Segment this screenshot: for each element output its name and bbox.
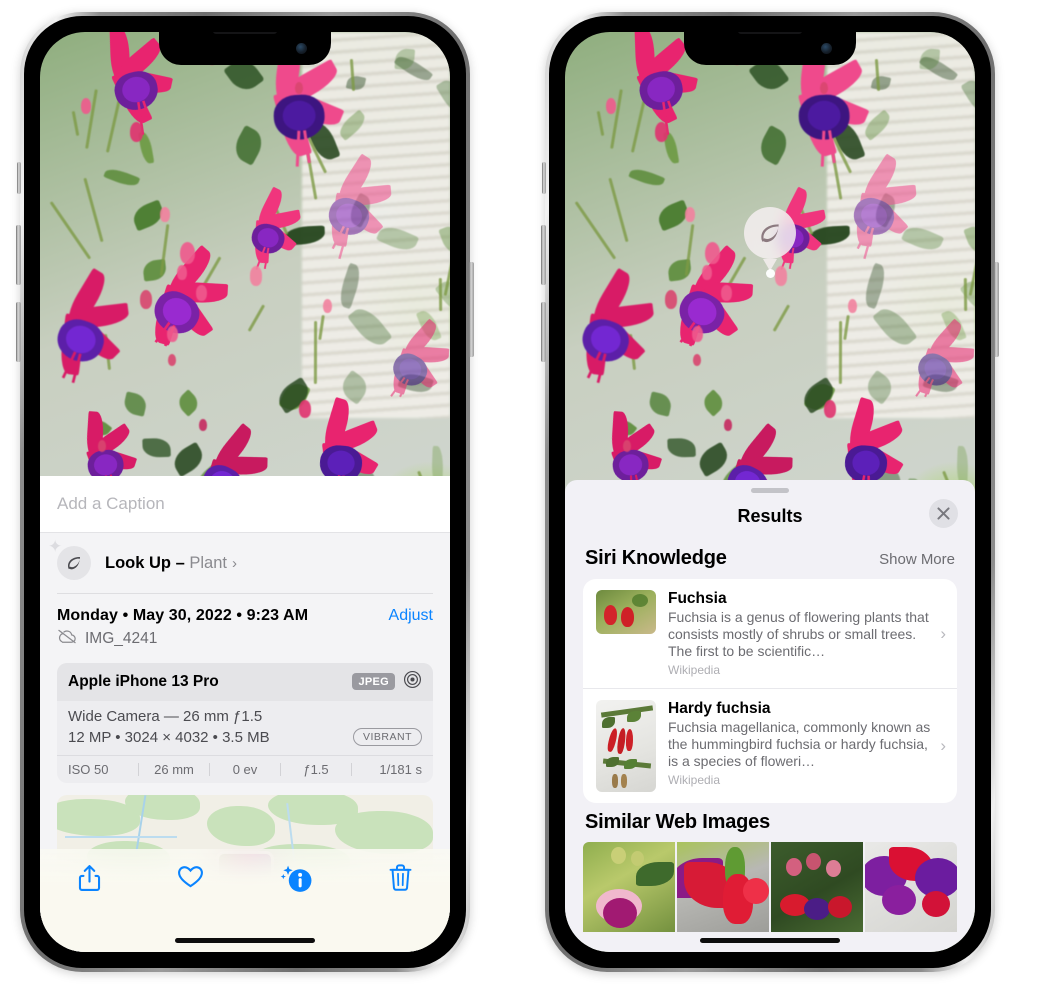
badge-dot xyxy=(765,269,775,278)
exif-aperture: ƒ1.5 xyxy=(303,761,329,777)
chevron-right-icon: › xyxy=(940,736,946,755)
results-header: Results xyxy=(565,493,975,539)
earpiece-speaker xyxy=(738,32,802,34)
exif-iso: ISO 50 xyxy=(68,761,109,777)
front-camera-icon xyxy=(821,43,832,54)
chevron-right-icon: › xyxy=(231,554,237,572)
phone-right: Results Siri Knowledge Show More Fuchsia… xyxy=(541,12,999,972)
aperture-icon xyxy=(403,670,422,694)
leaf-icon xyxy=(744,207,796,259)
phone-left: Add a Caption ✦ Look Up – Plant › Monday… xyxy=(16,12,474,972)
cloud-slash-icon xyxy=(57,629,77,649)
volume-down-button[interactable] xyxy=(541,302,546,362)
trash-icon[interactable] xyxy=(389,864,412,891)
notch xyxy=(684,32,856,65)
exif-ev: 0 ev xyxy=(232,761,258,777)
photo-toolbar xyxy=(40,849,450,952)
result-body: Hardy fuchsia Fuchsia magellanica, commo… xyxy=(668,700,945,787)
filename-row: IMG_4241 xyxy=(40,625,450,661)
similar-web-images-title: Similar Web Images xyxy=(585,811,770,833)
info-sparkle-icon[interactable] xyxy=(280,864,313,894)
caption-placeholder: Add a Caption xyxy=(57,494,165,513)
web-image-3[interactable] xyxy=(771,842,863,932)
power-button[interactable] xyxy=(469,262,474,357)
result-thumbnail xyxy=(596,700,656,792)
visual-lookup-badge[interactable] xyxy=(744,207,796,278)
exif-shutter: 1/181 s xyxy=(379,761,422,777)
web-image-1[interactable] xyxy=(583,842,675,932)
notch xyxy=(159,32,331,65)
volume-down-button[interactable] xyxy=(16,302,21,362)
look-up-row[interactable]: ✦ Look Up – Plant › xyxy=(40,533,450,593)
web-image-4[interactable] xyxy=(865,842,957,932)
photo-date: Monday • May 30, 2022 • 9:23 AM xyxy=(57,606,309,624)
home-indicator[interactable] xyxy=(700,938,840,943)
result-title: Hardy fuchsia xyxy=(668,700,771,717)
result-description: Fuchsia magellanica, commonly known as t… xyxy=(668,719,931,769)
sparkle-icon: ✦ xyxy=(48,537,63,556)
look-up-label: Look Up – Plant xyxy=(105,553,227,572)
list-item[interactable]: Hardy fuchsia Fuchsia magellanica, commo… xyxy=(583,688,957,803)
share-icon[interactable] xyxy=(78,864,101,892)
similar-web-images-strip xyxy=(565,842,975,932)
date-row: Monday • May 30, 2022 • 9:23 AM Adjust xyxy=(40,594,450,625)
photo-info-sheet: Add a Caption ✦ Look Up – Plant › Monday… xyxy=(40,476,450,952)
leaf-icon: ✦ xyxy=(48,538,91,580)
camera-lens-line: Wide Camera — 26 mm ƒ1.5 xyxy=(68,707,263,725)
web-image-2[interactable] xyxy=(677,842,769,932)
power-button[interactable] xyxy=(994,262,999,357)
phone-left-screen: Add a Caption ✦ Look Up – Plant › Monday… xyxy=(40,32,450,952)
result-thumbnail xyxy=(596,590,656,634)
result-source: Wikipedia xyxy=(668,663,721,677)
list-item[interactable]: Fuchsia Fuchsia is a genus of flowering … xyxy=(583,579,957,688)
front-camera-icon xyxy=(296,43,307,54)
result-source: Wikipedia xyxy=(668,773,721,787)
silent-switch[interactable] xyxy=(17,162,21,194)
close-icon[interactable] xyxy=(929,499,958,528)
format-badge: JPEG xyxy=(352,673,395,691)
earpiece-speaker xyxy=(213,32,277,34)
camera-header: Apple iPhone 13 Pro JPEG xyxy=(57,662,433,701)
silent-switch[interactable] xyxy=(542,162,546,194)
show-more-button[interactable]: Show More xyxy=(879,551,955,568)
phone-right-bezel: Results Siri Knowledge Show More Fuchsia… xyxy=(549,16,991,968)
camera-device-name: Apple iPhone 13 Pro xyxy=(68,672,219,690)
phone-right-screen: Results Siri Knowledge Show More Fuchsia… xyxy=(565,32,975,952)
volume-up-button[interactable] xyxy=(541,225,546,285)
volume-up-button[interactable] xyxy=(16,225,21,285)
camera-specs: Wide Camera — 26 mm ƒ1.5 12 MP • 3024 × … xyxy=(57,701,433,755)
camera-info-card: Apple iPhone 13 Pro JPEG Wide Camera — 2… xyxy=(57,662,433,783)
photo-filename: IMG_4241 xyxy=(85,629,158,647)
adjust-button[interactable]: Adjust xyxy=(389,607,433,625)
similar-web-images-header: Similar Web Images xyxy=(565,803,975,840)
caption-input-row[interactable]: Add a Caption xyxy=(40,476,450,533)
siri-knowledge-header: Siri Knowledge Show More xyxy=(565,539,975,579)
photographic-style-badge: VIBRANT xyxy=(352,727,422,746)
exif-focal: 26 mm xyxy=(154,761,194,777)
phone-left-bezel: Add a Caption ✦ Look Up – Plant › Monday… xyxy=(24,16,466,968)
heart-icon[interactable] xyxy=(177,864,204,889)
result-title: Fuchsia xyxy=(668,590,727,607)
siri-knowledge-title: Siri Knowledge xyxy=(585,547,727,569)
home-indicator[interactable] xyxy=(175,938,315,943)
chevron-right-icon: › xyxy=(940,623,946,643)
result-description: Fuchsia is a genus of flowering plants t… xyxy=(668,609,929,659)
results-sheet: Results Siri Knowledge Show More Fuchsia… xyxy=(565,480,975,952)
results-title: Results xyxy=(737,505,803,526)
siri-knowledge-card: Fuchsia Fuchsia is a genus of flowering … xyxy=(583,579,957,803)
exif-row: ISO 50 26 mm 0 ev ƒ1.5 1/181 s xyxy=(57,754,433,783)
result-body: Fuchsia Fuchsia is a genus of flowering … xyxy=(668,590,945,677)
